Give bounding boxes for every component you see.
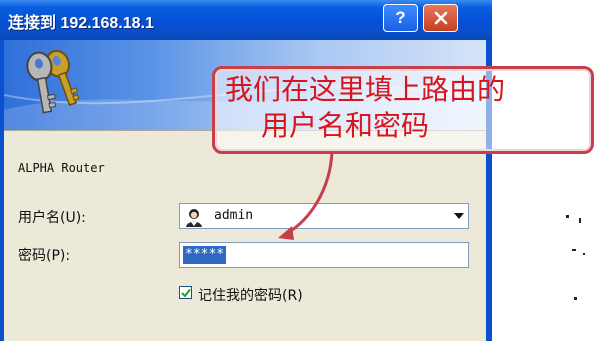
password-field[interactable]: ***** (179, 242, 469, 268)
username-label: 用户名(U): (18, 210, 86, 226)
help-button-label: ? (395, 8, 406, 27)
speck (574, 297, 577, 300)
speck (566, 215, 569, 218)
checkmark-icon (181, 288, 191, 298)
username-value: admin (214, 208, 254, 223)
password-value: ***** (183, 246, 227, 264)
keys-icon (26, 49, 80, 114)
router-name: ALPHA Router (18, 161, 105, 175)
remember-password-checkbox[interactable] (179, 286, 192, 299)
remember-password-label[interactable]: 记住我的密码(R) (198, 285, 303, 305)
connect-dialog: 连接到 192.168.18.1 ? ALPHA Router 用户名(U): … (0, 0, 492, 341)
close-button[interactable] (423, 4, 458, 32)
user-icon (186, 209, 202, 227)
password-label: 密码(P): (18, 248, 71, 264)
annotation-arrow (278, 151, 334, 240)
annotation-line-2: 用户名和密码 (261, 109, 430, 142)
chevron-down-icon[interactable] (454, 213, 464, 219)
speck (579, 218, 581, 223)
window-title: 连接到 192.168.18.1 (8, 15, 154, 32)
titlebar[interactable]: 连接到 192.168.18.1 ? (0, 0, 492, 40)
annotation-line-1: 我们在这里填上路由的 (225, 73, 506, 106)
speck (572, 249, 576, 251)
speck (583, 253, 585, 255)
close-icon (434, 11, 447, 25)
help-button[interactable]: ? (383, 4, 418, 32)
